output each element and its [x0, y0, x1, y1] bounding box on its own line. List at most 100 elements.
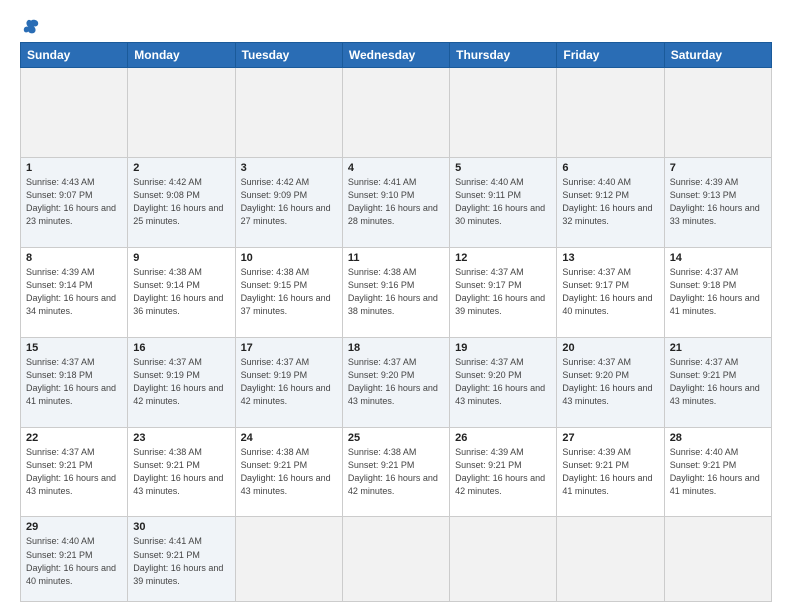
table-row: 19Sunrise: 4:37 AMSunset: 9:20 PMDayligh… [450, 337, 557, 427]
day-number: 10 [241, 252, 337, 264]
day-info: Sunrise: 4:39 AMSunset: 9:13 PMDaylight:… [670, 176, 766, 228]
day-number: 1 [26, 162, 122, 174]
day-number: 26 [455, 432, 551, 444]
day-info: Sunrise: 4:40 AMSunset: 9:12 PMDaylight:… [562, 176, 658, 228]
day-info: Sunrise: 4:37 AMSunset: 9:20 PMDaylight:… [348, 356, 444, 408]
table-row: 13 Sunrise: 4:37 AMSunset: 9:17 PMDayligh… [557, 247, 664, 337]
col-monday: Monday [128, 43, 235, 68]
table-row [235, 517, 342, 602]
page: Sunday Monday Tuesday Wednesday Thursday… [0, 0, 792, 612]
table-row [235, 68, 342, 158]
day-number: 27 [562, 432, 658, 444]
table-row: 25 Sunrise: 4:38 AMSunset: 9:21 PMDayligh… [342, 427, 449, 517]
table-row: 1 Sunrise: 4:43 AMSunset: 9:07 PMDaylight… [21, 157, 128, 247]
calendar-table: Sunday Monday Tuesday Wednesday Thursday… [20, 42, 772, 602]
day-number: 13 [562, 252, 658, 264]
day-number: 15 [26, 342, 122, 354]
day-number: 5 [455, 162, 551, 174]
day-number: 6 [562, 162, 658, 174]
col-saturday: Saturday [664, 43, 771, 68]
table-row [128, 68, 235, 158]
day-info: Sunrise: 4:40 AMSunset: 9:21 PMDaylight:… [670, 446, 766, 498]
table-row: 11Sunrise: 4:38 AMSunset: 9:16 PMDayligh… [342, 247, 449, 337]
day-number: 4 [348, 162, 444, 174]
day-info: Sunrise: 4:38 AMSunset: 9:21 PMDaylight:… [133, 446, 229, 498]
day-info: Sunrise: 4:42 AMSunset: 9:08 PMDaylight:… [133, 176, 229, 228]
day-info: Sunrise: 4:37 AMSunset: 9:21 PMDaylight:… [26, 446, 122, 498]
day-number: 16 [133, 342, 229, 354]
table-row: 29Sunrise: 4:40 AMSunset: 9:21 PMDayligh… [21, 517, 128, 602]
day-info: Sunrise: 4:40 AMSunset: 9:11 PMDaylight:… [455, 176, 551, 228]
table-row: 2 Sunrise: 4:42 AMSunset: 9:08 PMDaylight… [128, 157, 235, 247]
day-info: Sunrise: 4:37 AMSunset: 9:17 PMDaylight:… [562, 266, 658, 318]
day-number: 9 [133, 252, 229, 264]
day-info: Sunrise: 4:38 AMSunset: 9:14 PMDaylight:… [133, 266, 229, 318]
day-number: 22 [26, 432, 122, 444]
day-info: Sunrise: 4:37 AMSunset: 9:18 PMDaylight:… [670, 266, 766, 318]
table-row: 16Sunrise: 4:37 AMSunset: 9:19 PMDayligh… [128, 337, 235, 427]
col-tuesday: Tuesday [235, 43, 342, 68]
day-info: Sunrise: 4:38 AMSunset: 9:21 PMDaylight:… [348, 446, 444, 498]
table-row [557, 68, 664, 158]
table-row: 12 Sunrise: 4:37 AMSunset: 9:17 PMDayligh… [450, 247, 557, 337]
col-sunday: Sunday [21, 43, 128, 68]
table-row: 8 Sunrise: 4:39 AMSunset: 9:14 PMDaylight… [21, 247, 128, 337]
table-row [664, 68, 771, 158]
table-row: 20Sunrise: 4:37 AMSunset: 9:20 PMDayligh… [557, 337, 664, 427]
table-row [450, 517, 557, 602]
day-number: 19 [455, 342, 551, 354]
day-info: Sunrise: 4:38 AMSunset: 9:15 PMDaylight:… [241, 266, 337, 318]
day-number: 30 [133, 521, 229, 533]
table-row: 15 Sunrise: 4:37 AMSunset: 9:18 PMDayligh… [21, 337, 128, 427]
table-row: 9 Sunrise: 4:38 AMSunset: 9:14 PMDaylight… [128, 247, 235, 337]
table-row [21, 68, 128, 158]
table-row: 17 Sunrise: 4:37 AMSunset: 9:19 PMDayligh… [235, 337, 342, 427]
col-thursday: Thursday [450, 43, 557, 68]
table-row: 27 Sunrise: 4:39 AMSunset: 9:21 PMDayligh… [557, 427, 664, 517]
day-info: Sunrise: 4:38 AMSunset: 9:21 PMDaylight:… [241, 446, 337, 498]
day-info: Sunrise: 4:37 AMSunset: 9:19 PMDaylight:… [241, 356, 337, 408]
day-number: 24 [241, 432, 337, 444]
day-number: 25 [348, 432, 444, 444]
day-number: 3 [241, 162, 337, 174]
day-number: 8 [26, 252, 122, 264]
day-number: 14 [670, 252, 766, 264]
day-info: Sunrise: 4:37 AMSunset: 9:17 PMDaylight:… [455, 266, 551, 318]
table-row: 7Sunrise: 4:39 AMSunset: 9:13 PMDaylight… [664, 157, 771, 247]
day-info: Sunrise: 4:37 AMSunset: 9:21 PMDaylight:… [670, 356, 766, 408]
table-row: 30 Sunrise: 4:41 AMSunset: 9:21 PMDayligh… [128, 517, 235, 602]
table-row [342, 68, 449, 158]
day-info: Sunrise: 4:38 AMSunset: 9:16 PMDaylight:… [348, 266, 444, 318]
table-row [557, 517, 664, 602]
day-info: Sunrise: 4:41 AMSunset: 9:10 PMDaylight:… [348, 176, 444, 228]
table-row: 24 Sunrise: 4:38 AMSunset: 9:21 PMDayligh… [235, 427, 342, 517]
table-row: 23Sunrise: 4:38 AMSunset: 9:21 PMDayligh… [128, 427, 235, 517]
col-friday: Friday [557, 43, 664, 68]
day-info: Sunrise: 4:39 AMSunset: 9:14 PMDaylight:… [26, 266, 122, 318]
table-row [664, 517, 771, 602]
table-row: 4 Sunrise: 4:41 AMSunset: 9:10 PMDaylight… [342, 157, 449, 247]
day-info: Sunrise: 4:43 AMSunset: 9:07 PMDaylight:… [26, 176, 122, 228]
day-number: 17 [241, 342, 337, 354]
table-row: 18 Sunrise: 4:37 AMSunset: 9:20 PMDayligh… [342, 337, 449, 427]
table-row: 5 Sunrise: 4:40 AMSunset: 9:11 PMDaylight… [450, 157, 557, 247]
day-number: 21 [670, 342, 766, 354]
table-row [450, 68, 557, 158]
day-info: Sunrise: 4:37 AMSunset: 9:18 PMDaylight:… [26, 356, 122, 408]
day-number: 12 [455, 252, 551, 264]
day-number: 2 [133, 162, 229, 174]
day-info: Sunrise: 4:41 AMSunset: 9:21 PMDaylight:… [133, 535, 229, 587]
col-wednesday: Wednesday [342, 43, 449, 68]
calendar-header-row: Sunday Monday Tuesday Wednesday Thursday… [21, 43, 772, 68]
logo-bird-icon [22, 18, 40, 36]
day-number: 29 [26, 521, 122, 533]
day-number: 28 [670, 432, 766, 444]
table-row: 10 Sunrise: 4:38 AMSunset: 9:15 PMDayligh… [235, 247, 342, 337]
day-info: Sunrise: 4:39 AMSunset: 9:21 PMDaylight:… [562, 446, 658, 498]
table-row: 21 Sunrise: 4:37 AMSunset: 9:21 PMDayligh… [664, 337, 771, 427]
table-row: 14 Sunrise: 4:37 AMSunset: 9:18 PMDayligh… [664, 247, 771, 337]
logo [20, 18, 40, 34]
header [20, 18, 772, 34]
day-number: 18 [348, 342, 444, 354]
table-row [342, 517, 449, 602]
